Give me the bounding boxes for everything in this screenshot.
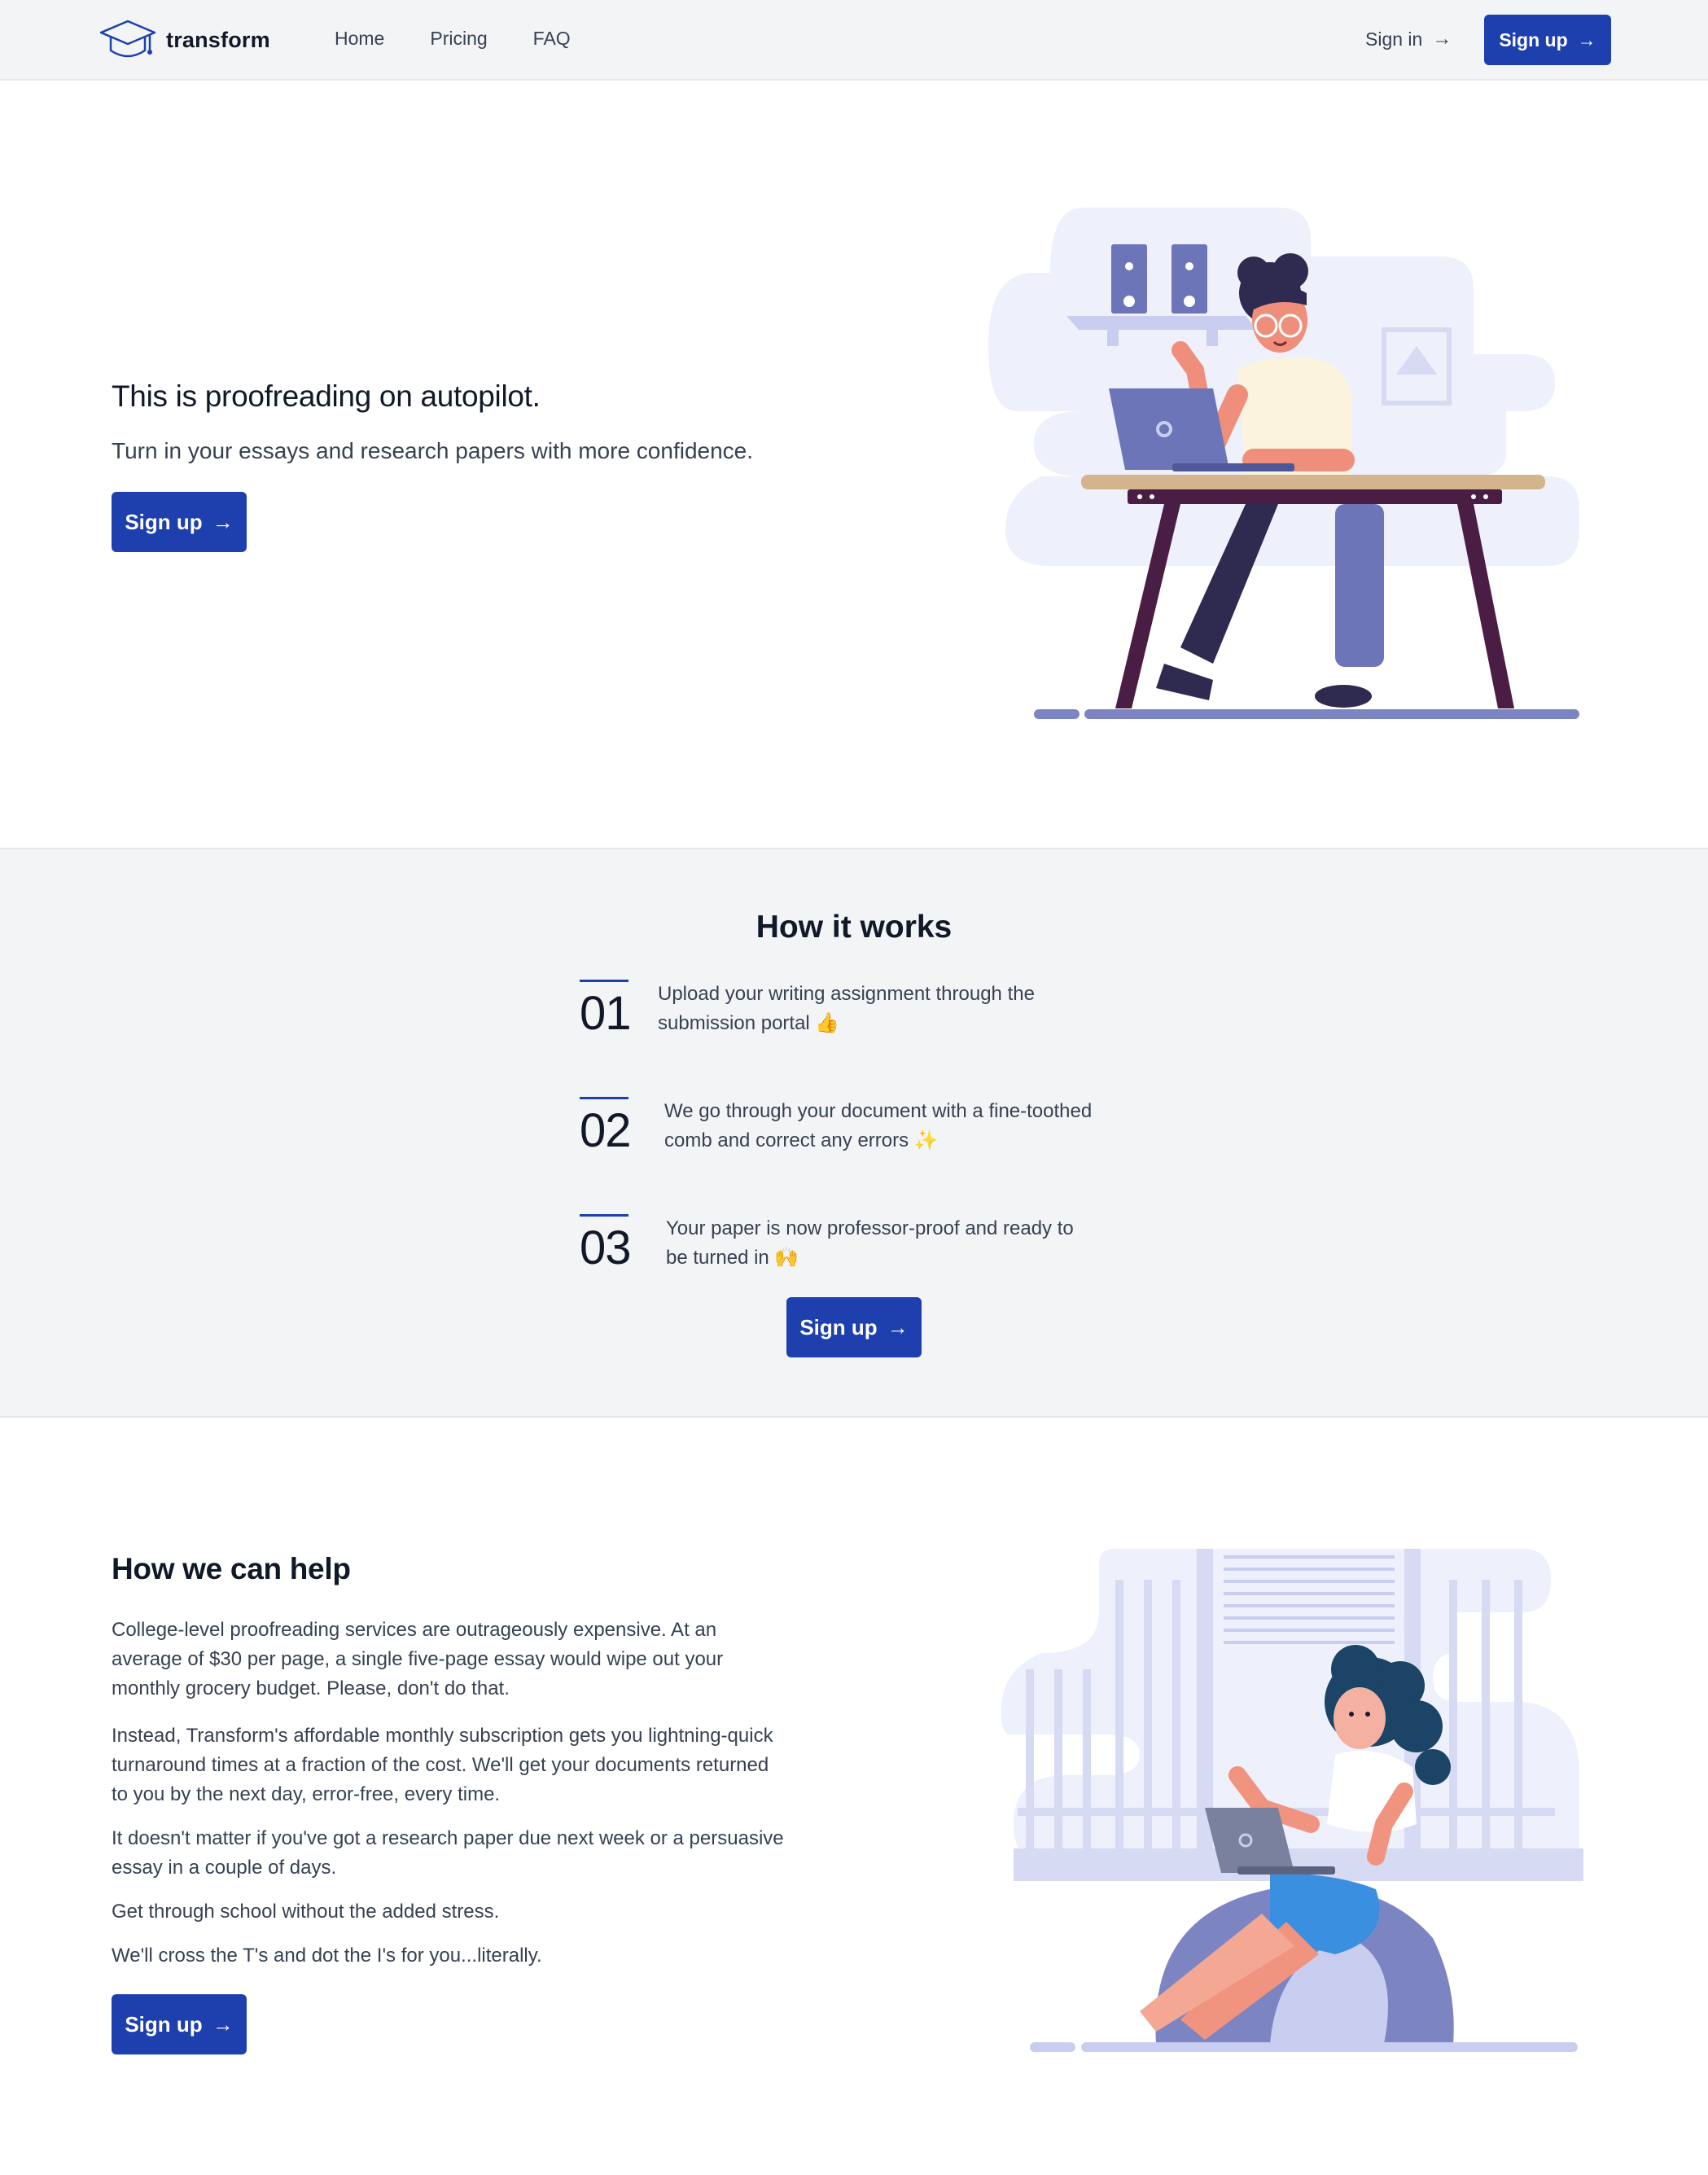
help-line: It doesn't matter if you've got a resear… (112, 1827, 784, 1849)
help-line: Get through school without the added str… (112, 1901, 500, 1923)
brand-logo[interactable]: transform (98, 18, 270, 62)
step-text-line: Your paper is now professor-proof and re… (666, 1217, 1074, 1239)
nav-sign-up-button[interactable]: Sign up → (1484, 15, 1611, 65)
nav-links: Home Pricing FAQ (335, 28, 616, 50)
top-navbar: transform Home Pricing FAQ Sign in → Sig… (0, 0, 1708, 81)
help-line: to you by the next day, error-free, ever… (112, 1783, 501, 1805)
hero-title: This is proofreading on autopilot. (112, 379, 541, 413)
step-text-line: Upload your writing assignment through t… (658, 983, 1035, 1005)
graduation-cap-icon (99, 20, 156, 58)
help-title: How we can help (112, 1552, 351, 1585)
how-sign-up-button[interactable]: Sign up → (786, 1297, 922, 1357)
hero-sign-up-label: Sign up (125, 509, 203, 534)
student-with-laptop-illustration (1001, 1549, 1583, 2052)
step-divider (580, 1214, 628, 1217)
arrow-right-icon: → (212, 509, 234, 534)
step-number: 01 (580, 987, 632, 1040)
help-line: Instead, Transform's affordable monthly … (112, 1725, 773, 1747)
help-paragraph: College-level proofreading services are … (112, 1616, 844, 1704)
brand-name: transform (166, 27, 270, 52)
arrow-right-icon: → (212, 2011, 234, 2037)
help-line: We'll cross the T's and dot the I's for … (112, 1945, 542, 1967)
how-sign-up-label: Sign up (799, 1314, 878, 1340)
step-text-line: be turned in 🙌 (666, 1247, 799, 1269)
hero-sign-up-button[interactable]: Sign up → (112, 492, 247, 552)
nav-link-faq[interactable]: FAQ (533, 28, 571, 50)
help-paragraph: Get through school without the added str… (112, 1897, 844, 1927)
arrow-right-icon: → (887, 1314, 909, 1340)
how-it-works-title: How it works (755, 910, 953, 945)
step-number: 03 (580, 1221, 632, 1274)
help-paragraph: It doesn't matter if you've got a resear… (112, 1824, 844, 1883)
nav-link-pricing[interactable]: Pricing (430, 28, 487, 50)
arrow-right-icon: → (1577, 29, 1596, 50)
sign-in-label: Sign in (1365, 28, 1423, 50)
step-text: We go through your document with a fine-… (664, 1097, 1169, 1155)
step-text-line: We go through your document with a fine-… (664, 1100, 1093, 1122)
help-paragraph: We'll cross the T's and dot the I's for … (112, 1941, 844, 1971)
student-at-desk-illustration (988, 208, 1579, 719)
arrow-right-icon: → (1432, 28, 1452, 50)
help-sign-up-button[interactable]: Sign up → (112, 1994, 247, 2054)
step-text: Your paper is now professor-proof and re… (666, 1214, 1171, 1273)
help-paragraph: Instead, Transform's affordable monthly … (112, 1721, 844, 1809)
help-line: monthly grocery budget. Please, don't do… (112, 1677, 510, 1699)
help-line: College-level proofreading services are … (112, 1619, 717, 1641)
hero-subtitle: Turn in your essays and research papers … (112, 438, 754, 463)
help-line: essay in a couple of days. (112, 1857, 337, 1879)
step-text: Upload your writing assignment through t… (658, 980, 1163, 1038)
nav-link-home[interactable]: Home (335, 28, 384, 50)
help-sign-up-label: Sign up (125, 2011, 203, 2037)
nav-sign-up-label: Sign up (1499, 29, 1568, 50)
step-text-line: submission portal 👍 (658, 1012, 840, 1034)
step-number: 02 (580, 1104, 632, 1157)
sign-in-link[interactable]: Sign in → (1365, 28, 1452, 50)
help-line: turnaround times at a fraction of the co… (112, 1754, 769, 1776)
step-text-line: comb and correct any errors ✨ (664, 1129, 939, 1151)
help-line: average of $30 per page, a single five-p… (112, 1648, 724, 1670)
step-divider (580, 1097, 628, 1099)
step-divider (580, 980, 628, 982)
